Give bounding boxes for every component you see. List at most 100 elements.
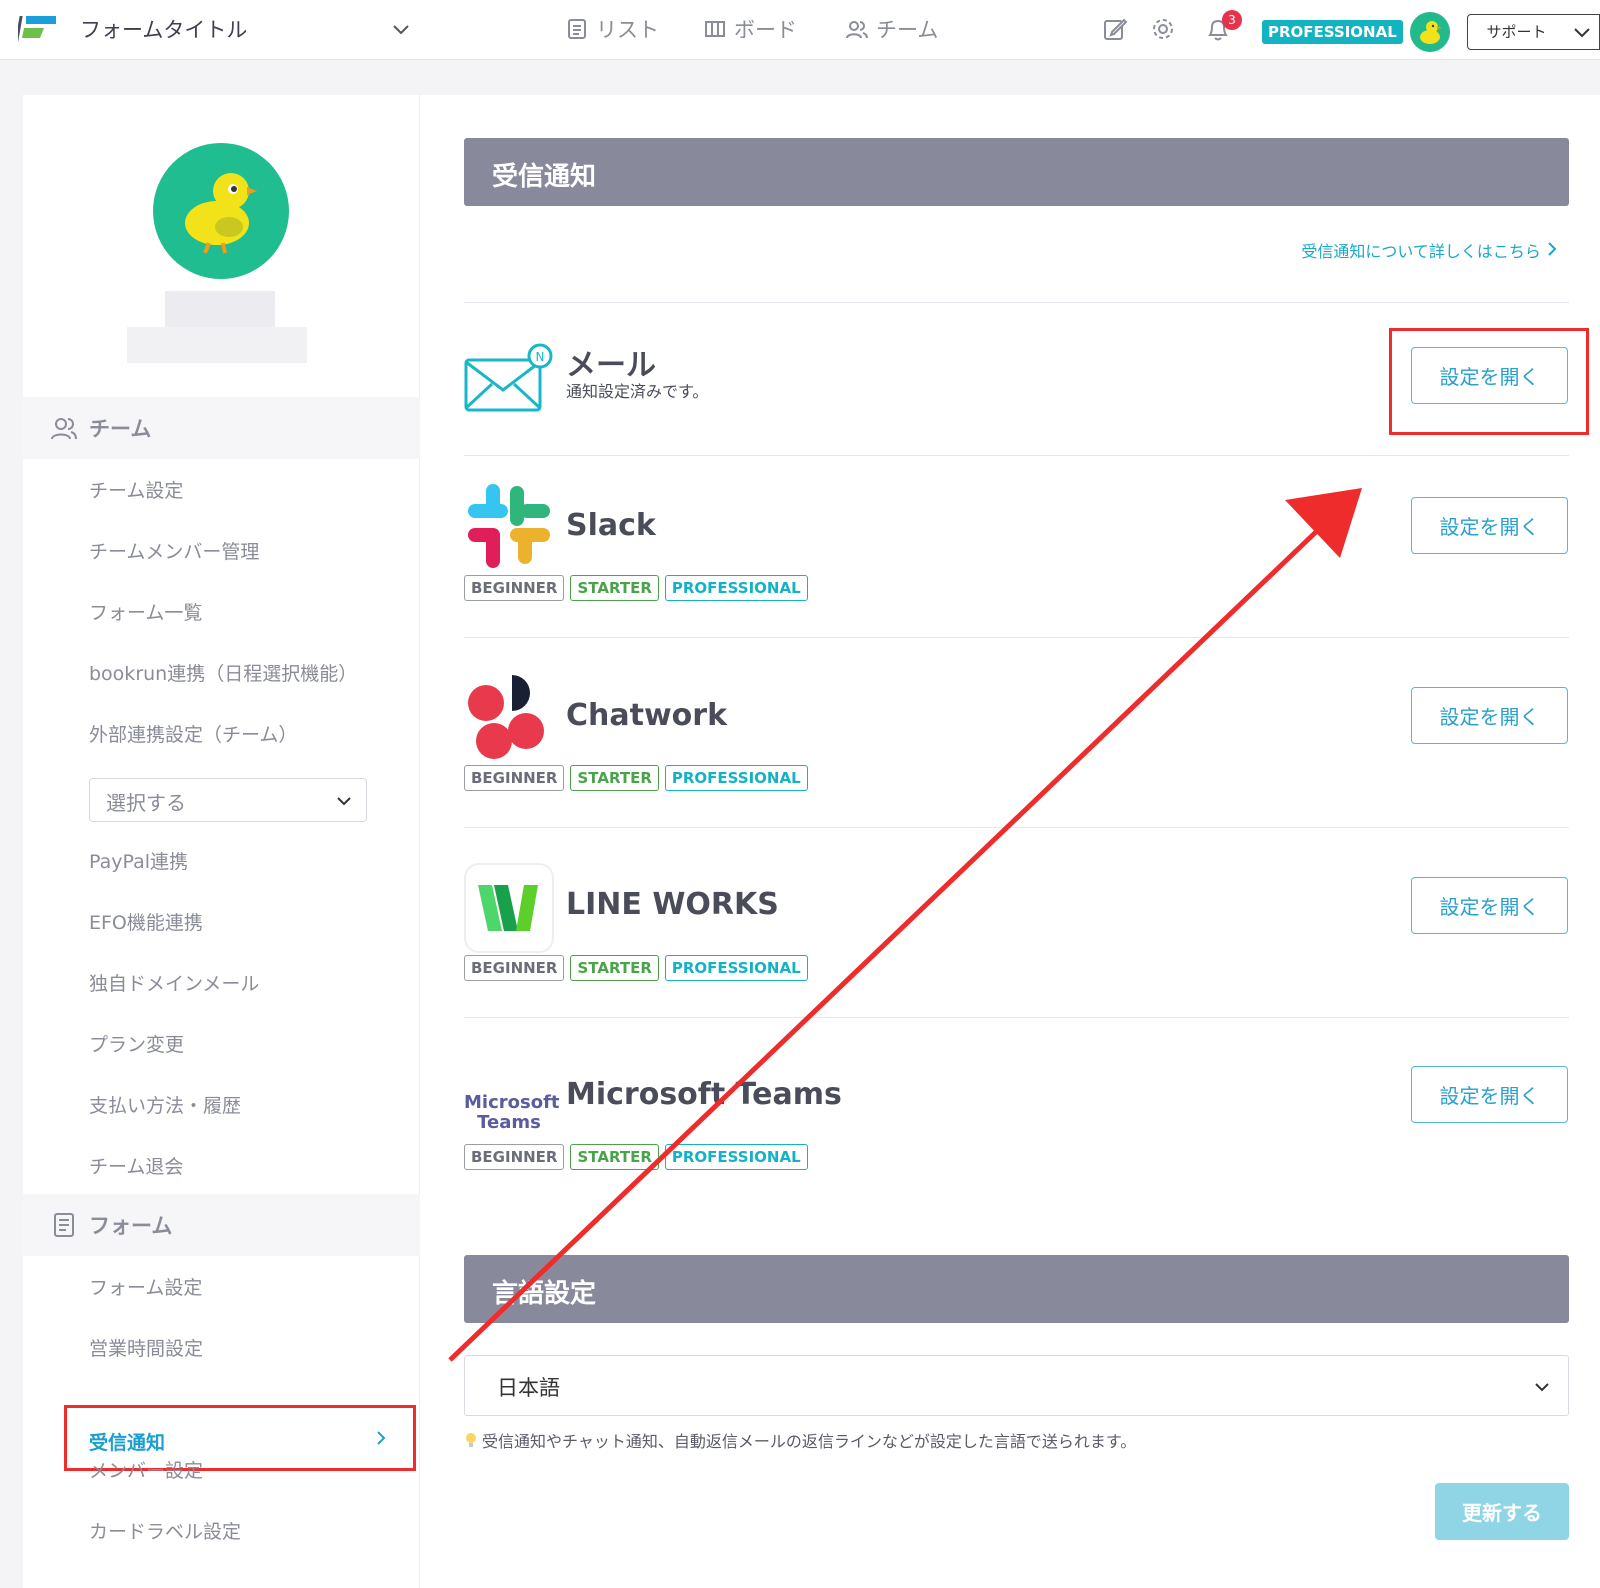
sidebar-item-team-settings[interactable]: チーム設定 [89,476,183,503]
divider [464,302,1569,303]
tag-beginner: BEGINNER [464,765,565,791]
sidebar-item-efo[interactable]: EFO機能連携 [89,908,203,935]
annotation-highlight-box [1389,328,1589,435]
slack-logo-icon [468,484,550,568]
tag-professional: PROFESSIONAL [664,765,808,791]
open-settings-slack-button[interactable]: 設定を開く [1411,497,1568,554]
support-button[interactable]: サポート [1467,14,1566,50]
gear-icon[interactable] [1150,16,1176,42]
duck-icon [1420,21,1442,44]
sidebar-section-form-label: フォーム [89,1214,173,1238]
plan-tags-line-works: BEGINNER STARTER PROFESSIONAL [464,955,808,981]
microsoft-teams-logo: Microsoft Teams [464,1092,560,1133]
plan-badge: PROFESSIONAL [1262,20,1403,44]
tag-professional: PROFESSIONAL [664,575,808,601]
sidebar-section-team-label: チーム [89,417,152,441]
board-icon [705,21,725,37]
nav-board-label: ボード [734,18,797,42]
language-note-text: 受信通知やチャット通知、自動返信メールの返信ラインなどが設定した言語で送られます… [482,1432,1137,1451]
sidebar-item-bookrun[interactable]: bookrun連携（日程選択機能） [89,659,357,686]
update-button[interactable]: 更新する [1435,1483,1569,1540]
support-dropdown-button[interactable] [1565,14,1600,50]
notification-section-header: 受信通知 [464,138,1569,206]
user-avatar[interactable] [1410,12,1450,52]
sidebar-item-form-settings[interactable]: フォーム設定 [89,1273,202,1300]
help-link-label: 受信通知について詳しくはこちら [1301,242,1541,261]
chevron-down-icon [337,797,351,806]
tag-professional: PROFESSIONAL [664,955,808,981]
divider [464,827,1569,828]
nav-board[interactable]: ボード [704,14,797,44]
chevron-down-icon [1535,1383,1549,1392]
notification-help-link[interactable]: 受信通知について詳しくはこちら [1301,238,1558,262]
service-status-mail: 通知設定済みです。 [566,382,709,401]
main-content: 受信通知 受信通知について詳しくはこちら N メール 通知設定済みです。 設定を… [420,95,1600,1588]
sidebar-section-form: フォーム [23,1194,420,1256]
lightbulb-icon [466,1433,476,1447]
tag-beginner: BEGINNER [464,955,565,981]
service-name-slack: Slack [566,508,656,543]
language-section-header: 言語設定 [464,1255,1569,1323]
open-settings-line-works-button[interactable]: 設定を開く [1411,877,1568,934]
nav-list[interactable]: リスト [566,14,659,44]
nav-team[interactable]: チーム [846,14,938,44]
sidebar-item-business-hours[interactable]: 営業時間設定 [89,1334,203,1361]
chevron-down-icon[interactable] [392,20,410,38]
tag-professional: PROFESSIONAL [664,1144,808,1170]
team-icon [846,21,868,39]
tag-starter: STARTER [570,955,659,981]
line-works-logo-icon [464,863,554,953]
sidebar-item-card-label[interactable]: カードラベル設定 [89,1517,241,1544]
sidebar-item-notifications-label: 受信通知 [89,1432,166,1454]
tag-beginner: BEGINNER [464,1144,565,1170]
plan-tags-slack: BEGINNER STARTER PROFESSIONAL [464,575,808,601]
blurred-team-name [165,291,275,327]
sidebar: チーム チーム設定 チームメンバー管理 フォーム一覧 bookrun連携（日程選… [23,95,420,1588]
language-note: 受信通知やチャット通知、自動返信メールの返信ラインなどが設定した言語で送られます… [464,1428,1136,1452]
sidebar-item-custom-domain[interactable]: 独自ドメインメール [89,969,259,996]
service-name-chatwork: Chatwork [566,698,728,733]
document-icon [54,1213,74,1237]
sidebar-item-paypal[interactable]: PayPal連携 [89,847,188,874]
top-bar: フォームタイトル リスト ボード チーム 3 PROFESSIONAL サポート [0,0,1600,60]
service-name-line-works: LINE WORKS [566,887,779,922]
edit-icon[interactable] [1102,16,1128,42]
open-settings-chatwork-button[interactable]: 設定を開く [1411,687,1568,744]
sidebar-item-team-members[interactable]: チームメンバー管理 [89,537,259,564]
divider [464,455,1569,456]
divider [464,637,1569,638]
tag-starter: STARTER [570,765,659,791]
open-settings-teams-button[interactable]: 設定を開く [1411,1066,1568,1123]
list-icon [568,19,586,39]
chevron-down-icon [1574,28,1590,38]
app-logo-icon[interactable] [18,14,58,50]
language-select[interactable]: 日本語 [464,1355,1569,1416]
mail-icon: N [464,343,553,412]
divider [464,1017,1569,1018]
nav-team-label: チーム [876,18,939,42]
external-integration-select[interactable]: 選択する [89,778,367,822]
service-name-teams: Microsoft Teams [566,1077,842,1112]
blurred-team-id [127,327,307,363]
sidebar-item-external-integration[interactable]: 外部連携設定（チーム） [89,720,297,747]
sidebar-item-member-settings[interactable]: メンバー設定 [89,1456,203,1483]
sidebar-item-team-leave[interactable]: チーム退会 [89,1152,183,1179]
tag-beginner: BEGINNER [464,575,565,601]
sidebar-item-form-list[interactable]: フォーム一覧 [89,598,202,625]
sidebar-item-plan-change[interactable]: プラン変更 [89,1030,184,1057]
sidebar-item-payment[interactable]: 支払い方法・履歴 [89,1091,241,1118]
ms-logo-text-2: Teams [477,1112,541,1133]
team-icon [51,418,77,440]
chevron-right-icon [377,1431,386,1445]
chevron-right-icon [1548,242,1557,256]
nav-list-label: リスト [596,18,659,42]
team-avatar [153,143,289,279]
form-title: フォームタイトル [80,18,248,42]
duck-icon [185,173,257,254]
tag-starter: STARTER [570,575,659,601]
plan-tags-teams: BEGINNER STARTER PROFESSIONAL [464,1144,808,1170]
ms-logo-text-1: Microsoft [464,1092,560,1113]
plan-tags-chatwork: BEGINNER STARTER PROFESSIONAL [464,765,808,791]
sidebar-section-team: チーム [23,397,420,459]
tag-starter: STARTER [570,1144,659,1170]
